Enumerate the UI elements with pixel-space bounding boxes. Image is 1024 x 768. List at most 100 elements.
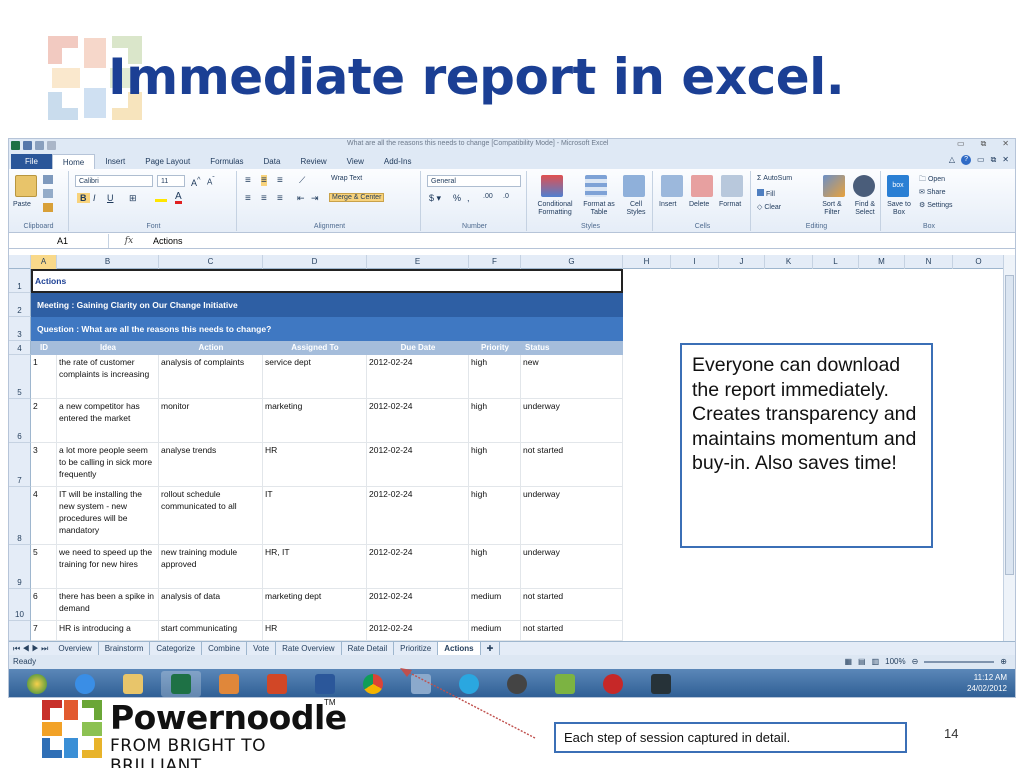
increase-indent-icon[interactable]: ⇥	[311, 193, 319, 204]
cell-id[interactable]: 6	[31, 589, 57, 621]
cell-idea[interactable]: a new competitor has entered the market	[57, 399, 159, 443]
column-header-k[interactable]: K	[765, 255, 813, 269]
doc-restore-icon[interactable]: ⧉	[991, 155, 997, 165]
cell-id[interactable]: 1	[31, 355, 57, 399]
find-select-button[interactable]: Find & Select	[849, 201, 881, 217]
zoom-slider[interactable]	[924, 661, 995, 663]
row-header[interactable]: 10	[9, 589, 31, 621]
paste-button[interactable]: Paste	[13, 201, 31, 208]
align-right-icon[interactable]: ≡	[277, 193, 283, 204]
system-tray-clock[interactable]: 11:12 AM 24/02/2012	[967, 672, 1007, 694]
paste-icon[interactable]	[15, 175, 37, 197]
sheet-tab-overview[interactable]: Overview	[52, 641, 99, 656]
column-header-l[interactable]: L	[813, 255, 859, 269]
row-header[interactable]: 1	[9, 269, 31, 293]
cell-due[interactable]: 2012-02-24	[367, 589, 469, 621]
percent-icon[interactable]: %	[453, 193, 461, 203]
cell-due[interactable]: 2012-02-24	[367, 487, 469, 545]
row-header[interactable]: 6	[9, 399, 31, 443]
cell-id[interactable]: 2	[31, 399, 57, 443]
tab-review[interactable]: Review	[290, 154, 336, 169]
delete-button[interactable]: Delete	[689, 201, 709, 208]
row-header[interactable]: 7	[9, 443, 31, 487]
cell-styles-button[interactable]: Cell Styles	[621, 201, 651, 217]
sheet-tab-rate-detail[interactable]: Rate Detail	[342, 641, 395, 656]
column-header-j[interactable]: J	[719, 255, 765, 269]
tab-insert[interactable]: Insert	[95, 154, 135, 169]
italic-icon[interactable]: I	[93, 193, 96, 203]
zoom-out-icon[interactable]: ⊖	[912, 655, 919, 669]
comma-icon[interactable]: ,	[467, 193, 470, 203]
cell-status[interactable]: underway	[521, 545, 623, 589]
cell-assigned[interactable]: HR	[263, 621, 367, 641]
page-layout-view-icon[interactable]: ▤	[858, 655, 866, 669]
clear-button[interactable]: Clear	[764, 204, 781, 211]
cell-action[interactable]: analysis of complaints	[159, 355, 263, 399]
row-header[interactable]: 9	[9, 545, 31, 589]
sort-filter-icon[interactable]	[823, 175, 845, 197]
sheet-tab-brainstorm[interactable]: Brainstorm	[99, 641, 151, 656]
sheet-tab-rate-overview[interactable]: Rate Overview	[276, 641, 342, 656]
column-header-g[interactable]: G	[521, 255, 623, 269]
cell-styles-icon[interactable]	[623, 175, 645, 197]
orientation-icon[interactable]: ⟋	[299, 175, 305, 186]
cell-priority[interactable]: high	[469, 399, 521, 443]
table-header-assigned-to[interactable]: Assigned To	[263, 341, 367, 355]
format-button[interactable]: Format	[719, 201, 741, 208]
tab-page-layout[interactable]: Page Layout	[135, 154, 200, 169]
cell-assigned[interactable]: service dept	[263, 355, 367, 399]
font-name-select[interactable]: Calibri	[75, 175, 153, 187]
close-icon[interactable]: ✕	[1002, 139, 1009, 149]
cell-priority[interactable]: high	[469, 443, 521, 487]
excel-taskbar-icon[interactable]	[161, 671, 201, 697]
cell-priority[interactable]: high	[469, 355, 521, 399]
cell-status[interactable]: not started	[521, 589, 623, 621]
cell-status[interactable]: not started	[521, 443, 623, 487]
page-break-view-icon[interactable]: ▥	[872, 655, 880, 669]
vertical-scrollbar[interactable]	[1003, 255, 1015, 641]
conditional-formatting-icon[interactable]	[541, 175, 563, 197]
cell-id[interactable]: 5	[31, 545, 57, 589]
column-header-a[interactable]: A	[31, 255, 57, 269]
align-center-icon[interactable]: ≡	[261, 193, 267, 204]
column-header-h[interactable]: H	[623, 255, 671, 269]
tab-formulas[interactable]: Formulas	[200, 154, 253, 169]
tab-view[interactable]: View	[337, 154, 374, 169]
cell-due[interactable]: 2012-02-24	[367, 355, 469, 399]
sheet-tab-prioritize[interactable]: Prioritize	[394, 641, 439, 656]
underline-icon[interactable]: U	[107, 193, 114, 203]
column-header-d[interactable]: D	[263, 255, 367, 269]
restore-icon[interactable]: ⧉	[981, 139, 987, 149]
insert-button[interactable]: Insert	[659, 201, 677, 208]
insert-sheet-icon[interactable]: ✚	[481, 641, 501, 656]
column-header-i[interactable]: I	[671, 255, 719, 269]
tab-home[interactable]: Home	[51, 154, 96, 169]
number-format-select[interactable]: General	[427, 175, 521, 187]
cell-idea[interactable]: IT will be installing the new system - n…	[57, 487, 159, 545]
cell-due[interactable]: 2012-02-24	[367, 399, 469, 443]
doc-close-icon[interactable]: ✕	[1002, 155, 1009, 165]
find-select-icon[interactable]	[853, 175, 875, 197]
chrome-taskbar-icon[interactable]	[353, 671, 393, 697]
skype-taskbar-icon[interactable]	[449, 671, 489, 697]
align-middle-icon[interactable]: ≡	[261, 175, 267, 186]
ribbon-collapse-icon[interactable]: △	[949, 155, 955, 165]
cell-due[interactable]: 2012-02-24	[367, 443, 469, 487]
grow-font-icon[interactable]: A^	[191, 175, 201, 188]
align-bottom-icon[interactable]: ≡	[277, 175, 283, 186]
borders-icon[interactable]: ⊞	[129, 193, 137, 204]
doc-minimize-icon[interactable]: ▭	[977, 155, 985, 165]
wrap-text-button[interactable]: Wrap Text	[331, 175, 362, 182]
cell-assigned[interactable]: HR, IT	[263, 545, 367, 589]
cell-a1[interactable]: Actions	[31, 269, 623, 293]
cell-action[interactable]: monitor	[159, 399, 263, 443]
column-header-e[interactable]: E	[367, 255, 469, 269]
align-top-icon[interactable]: ≡	[245, 175, 251, 186]
name-box[interactable]: A1	[9, 233, 109, 248]
cell-action[interactable]: analyse trends	[159, 443, 263, 487]
meeting-banner[interactable]: Meeting : Gaining Clarity on Our Change …	[31, 293, 623, 317]
sort-filter-button[interactable]: Sort & Filter	[815, 201, 849, 217]
tab-data[interactable]: Data	[254, 154, 291, 169]
cell-id[interactable]: 3	[31, 443, 57, 487]
save-to-box-button[interactable]: Save to Box	[883, 201, 915, 217]
